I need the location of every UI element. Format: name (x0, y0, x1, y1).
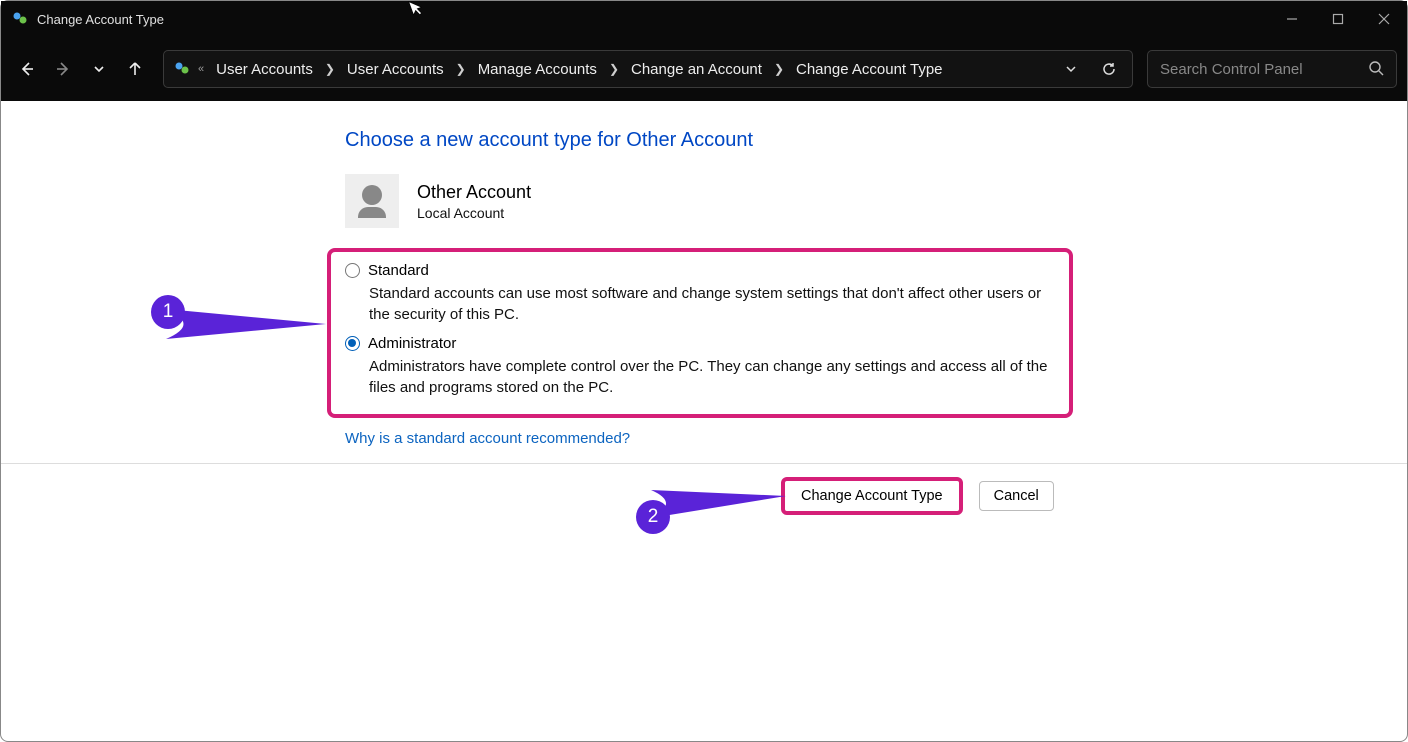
breadcrumb-item[interactable]: Manage Accounts (472, 59, 603, 80)
chevron-right-icon[interactable]: ❯ (772, 62, 786, 76)
radio-icon[interactable] (345, 263, 360, 278)
avatar-icon (345, 174, 399, 228)
maximize-button[interactable] (1315, 1, 1361, 37)
cancel-button[interactable]: Cancel (979, 481, 1054, 511)
account-type-label: Local Account (417, 205, 531, 221)
account-block: Other Account Local Account (345, 174, 1347, 228)
search-input[interactable] (1160, 61, 1368, 78)
option-standard[interactable]: Standard Standard accounts can use most … (345, 262, 1055, 325)
back-button[interactable] (11, 53, 43, 85)
breadcrumb-item[interactable]: Change an Account (625, 59, 768, 80)
option-administrator[interactable]: Administrator Administrators have comple… (345, 335, 1055, 398)
breadcrumb-item[interactable]: Change Account Type (790, 59, 949, 80)
titlebar: Change Account Type (1, 1, 1407, 37)
refresh-button[interactable] (1094, 54, 1124, 84)
page-heading: Choose a new account type for Other Acco… (345, 129, 1347, 152)
chevron-right-icon[interactable]: ❯ (323, 62, 337, 76)
window-controls (1269, 1, 1407, 37)
address-dropdown-button[interactable] (1056, 54, 1086, 84)
up-button[interactable] (119, 53, 151, 85)
chevron-right-icon[interactable]: ❯ (454, 62, 468, 76)
breadcrumb-item[interactable]: User Accounts (341, 59, 450, 80)
address-bar[interactable]: « User Accounts ❯ User Accounts ❯ Manage… (163, 50, 1133, 88)
help-link[interactable]: Why is a standard account recommended? (345, 430, 630, 447)
cursor-icon (407, 0, 428, 23)
search-icon[interactable] (1368, 60, 1384, 79)
forward-button[interactable] (47, 53, 79, 85)
option-description: Administrators have complete control ove… (369, 356, 1055, 398)
chevron-right-icon[interactable]: ❯ (607, 62, 621, 76)
change-account-type-button[interactable]: Change Account Type (781, 477, 963, 515)
account-name: Other Account (417, 182, 531, 203)
account-type-options: Standard Standard accounts can use most … (327, 248, 1073, 418)
minimize-button[interactable] (1269, 1, 1315, 37)
annotation-number: 2 (636, 500, 670, 534)
search-box[interactable] (1147, 50, 1397, 88)
annotation-number: 1 (151, 295, 185, 329)
option-description: Standard accounts can use most software … (369, 283, 1055, 325)
option-label: Standard (368, 262, 429, 279)
content-area: Choose a new account type for Other Acco… (1, 101, 1407, 741)
recent-locations-button[interactable] (83, 53, 115, 85)
window-title: Change Account Type (37, 12, 164, 27)
option-label: Administrator (368, 335, 456, 352)
radio-icon[interactable] (345, 336, 360, 351)
close-button[interactable] (1361, 1, 1407, 37)
user-accounts-icon (11, 10, 29, 28)
breadcrumb-overflow-icon[interactable]: « (196, 63, 206, 75)
breadcrumb-item[interactable]: User Accounts (210, 59, 319, 80)
navbar: « User Accounts ❯ User Accounts ❯ Manage… (1, 37, 1407, 101)
user-accounts-icon (172, 59, 192, 79)
